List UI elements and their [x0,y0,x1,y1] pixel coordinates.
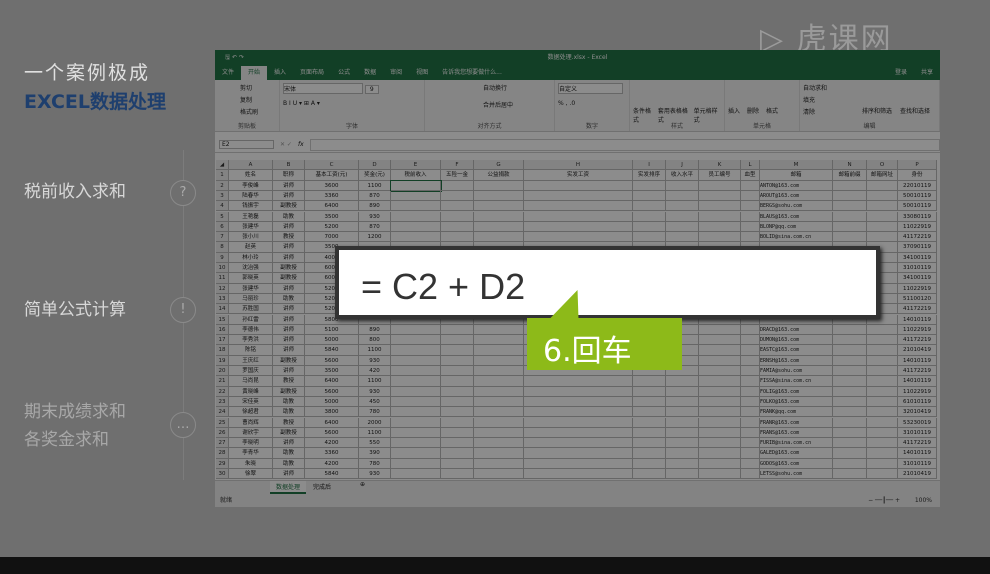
lesson-item-3-line2: 各奖金求和 [24,430,109,450]
more-icon: … [170,412,196,438]
video-bottom-bar [0,557,990,574]
course-title-line1: 一个案例极成 [24,62,151,84]
formula-callout: = C2 + D2 [335,246,880,319]
lesson-item-2[interactable]: 简单公式计算 [24,296,126,324]
step-tag: 6.回车 [527,318,682,370]
question-icon: ? [170,180,196,206]
lesson-item-3[interactable]: 期末成绩求和 各奖金求和 [24,398,126,454]
course-title-line2: EXCEL数据处理 [24,91,166,113]
lesson-item-1[interactable]: 税前收入求和 [24,178,126,206]
course-title: 一个案例极成 EXCEL数据处理 [24,58,166,114]
lesson-item-3-line1: 期末成绩求和 [24,402,126,422]
exclamation-icon: ! [170,297,196,323]
